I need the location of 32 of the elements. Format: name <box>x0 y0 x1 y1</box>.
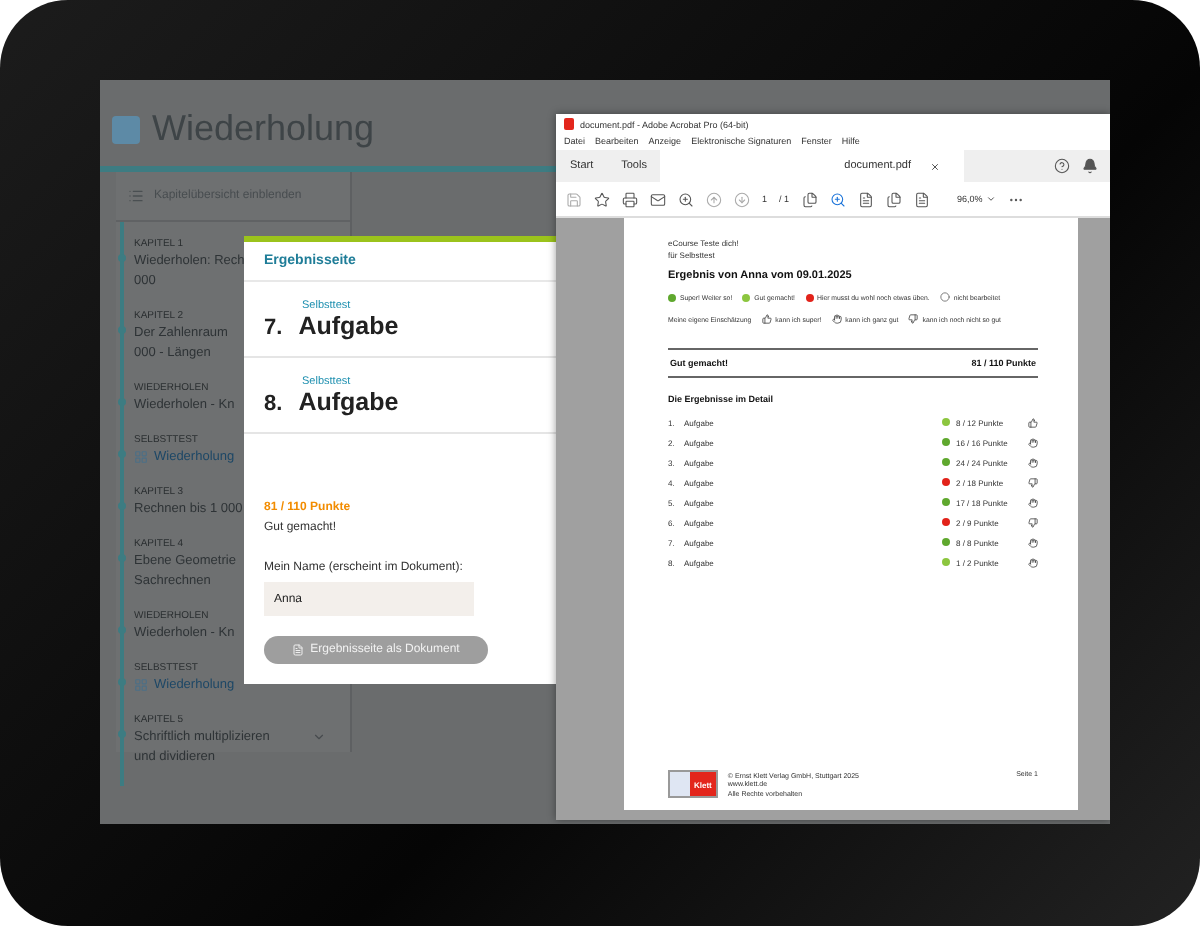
hand-icon <box>1028 557 1038 567</box>
bell-icon[interactable] <box>1082 158 1098 174</box>
thumbs-up-icon <box>1028 417 1038 427</box>
thumbs-down-icon <box>1028 477 1038 487</box>
document-icon <box>292 644 305 656</box>
grid-icon <box>134 678 148 692</box>
hand-icon <box>1028 537 1038 547</box>
print-icon[interactable] <box>622 191 638 207</box>
thumbs-up-icon <box>761 314 772 324</box>
star-icon[interactable] <box>594 191 610 207</box>
list-icon <box>128 188 144 204</box>
thumbs-down-icon <box>1028 517 1038 527</box>
document-icon[interactable] <box>857 191 874 207</box>
task-title: Aufgabe <box>298 312 399 340</box>
grid-icon <box>134 450 148 464</box>
help-icon[interactable] <box>1054 158 1070 174</box>
hand-icon <box>1028 497 1038 507</box>
hand-icon <box>831 314 842 324</box>
caret-icon <box>986 194 997 204</box>
zoom-icon[interactable] <box>829 191 846 207</box>
hand-icon <box>1028 457 1038 467</box>
thumbs-down-icon <box>908 314 919 324</box>
task-number: 8. <box>264 392 283 416</box>
mail-icon[interactable] <box>650 191 666 207</box>
task-number: 7. <box>264 316 283 340</box>
pdf-app-icon <box>564 118 574 130</box>
page-icon[interactable] <box>913 191 930 207</box>
search-icon[interactable] <box>678 191 694 207</box>
task-title: Aufgabe <box>298 388 399 416</box>
hand-icon <box>1028 437 1038 447</box>
empty-circle-icon <box>939 292 950 302</box>
pages-icon[interactable] <box>801 191 818 207</box>
